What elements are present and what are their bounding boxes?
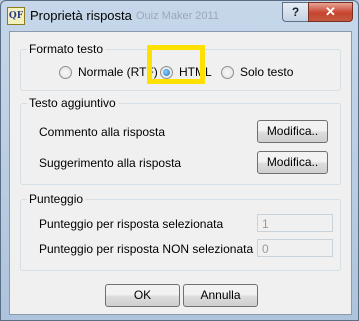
radio-normal-rtf[interactable]: Normale (RTF) [59,65,158,79]
extra-text-group: Testo aggiuntivo Commento alla risposta … [20,96,341,185]
window-title-background-text: Ouiz Maker 2011 [136,10,219,22]
comment-label: Commento alla risposta [39,125,166,139]
ok-button[interactable]: OK [105,284,180,307]
window-title: Proprietà risposta [30,8,132,23]
score-not-selected-field[interactable]: 0 [257,239,333,257]
edit-hint-button[interactable]: Modifica.. [257,151,328,174]
score-not-selected-label: Punteggio per risposta NON selezionata [39,242,254,256]
score-selected-field[interactable]: 1 [257,214,333,232]
score-selected-label: Punteggio per risposta selezionata [39,217,224,231]
close-icon: ✕ [325,4,336,19]
close-button[interactable]: ✕ [308,2,353,22]
html-option-highlight [147,45,205,84]
extra-text-group-label: Testo aggiuntivo [27,96,118,110]
hint-label: Suggerimento alla risposta [39,156,182,170]
title-bar[interactable]: QF Proprietà risposta Ouiz Maker 2011 ? … [1,1,358,31]
radio-normal-rtf-label: Normale (RTF) [78,65,158,79]
cancel-button[interactable]: Annulla [183,284,258,307]
radio-plain-text[interactable]: Solo testo [221,65,293,79]
radio-normal-rtf-circle[interactable] [59,65,72,79]
radio-plain-text-label: Solo testo [240,65,294,79]
app-icon: QF [7,7,25,25]
score-group: Punteggio Punteggio per risposta selezio… [20,192,341,271]
help-button[interactable]: ? [282,2,309,22]
radio-plain-text-circle[interactable] [221,65,234,79]
format-group-label: Formato testo [27,42,106,56]
edit-comment-button[interactable]: Modifica.. [257,120,328,143]
score-group-label: Punteggio [27,192,86,206]
